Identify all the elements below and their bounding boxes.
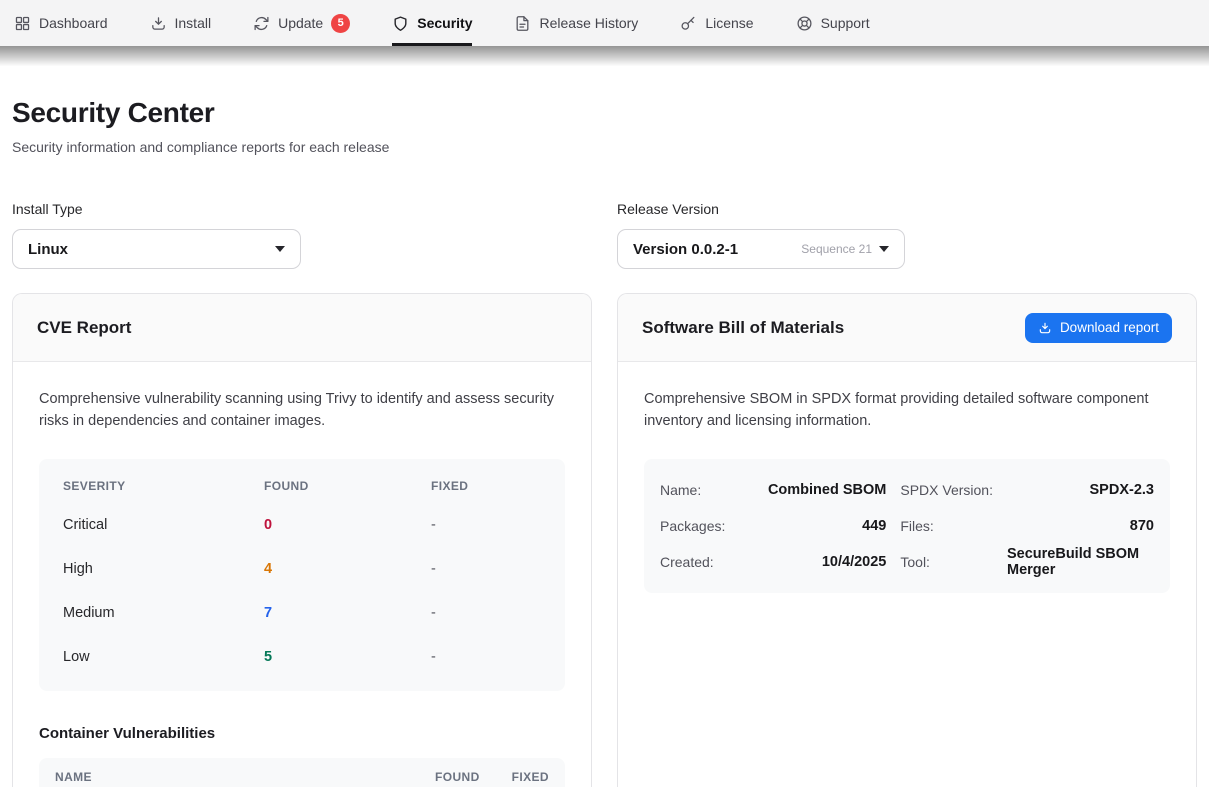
download-report-button[interactable]: Download report xyxy=(1025,313,1172,343)
container-vulnerabilities-table-header: NAME FOUND FIXED xyxy=(39,758,565,787)
sbom-description: Comprehensive SBOM in SPDX format provid… xyxy=(644,389,1170,433)
cve-report-body: Comprehensive vulnerability scanning usi… xyxy=(13,362,591,787)
nav-item-label: Support xyxy=(821,15,870,31)
lifebuoy-icon xyxy=(796,15,813,32)
cve-report-description: Comprehensive vulnerability scanning usi… xyxy=(39,389,565,433)
severity-label: Low xyxy=(63,649,264,665)
page-subtitle: Security information and compliance repo… xyxy=(12,139,1197,155)
chevron-down-icon xyxy=(275,246,285,252)
detail-label: Name: xyxy=(660,472,725,508)
shield-icon xyxy=(392,15,409,32)
page-title: Security Center xyxy=(12,97,1197,129)
column-header-found: FOUND xyxy=(435,770,480,784)
nav-item-label: Install xyxy=(175,15,212,31)
table-row: High 4 - xyxy=(39,547,565,591)
document-icon xyxy=(514,15,531,32)
nav-item-dashboard[interactable]: Dashboard xyxy=(14,0,108,46)
sbom-header: Software Bill of Materials Download repo… xyxy=(618,294,1196,362)
table-row: Critical 0 - xyxy=(39,503,565,547)
nav-item-label: Dashboard xyxy=(39,15,108,31)
detail-value: 449 xyxy=(739,508,886,544)
detail-label: SPDX Version: xyxy=(900,472,993,508)
install-type-value: Linux xyxy=(28,241,68,258)
download-icon xyxy=(1038,321,1052,335)
release-version-label: Release Version xyxy=(617,201,1197,217)
container-vulnerabilities-title: Container Vulnerabilities xyxy=(39,725,565,742)
fixed-count: - xyxy=(431,605,541,621)
key-icon xyxy=(680,15,697,32)
nav-item-label: License xyxy=(705,15,753,31)
column-header-name: NAME xyxy=(55,770,92,784)
chevron-down-icon xyxy=(879,246,889,252)
found-count: 4 xyxy=(264,561,431,577)
detail-value: SecureBuild SBOM Merger xyxy=(1007,544,1154,580)
top-nav: Dashboard Install Update 5 Security Rele… xyxy=(0,0,1209,46)
detail-value: Combined SBOM xyxy=(739,472,886,508)
column-header-found: FOUND xyxy=(264,479,431,493)
severity-table: SEVERITY FOUND FIXED Critical 0 - High 4… xyxy=(39,459,565,691)
cve-report-card: CVE Report Comprehensive vulnerability s… xyxy=(12,293,592,787)
sbom-title: Software Bill of Materials xyxy=(642,318,844,338)
found-count: 7 xyxy=(264,605,431,621)
download-report-label: Download report xyxy=(1060,320,1159,335)
column-header-severity: SEVERITY xyxy=(63,479,264,493)
detail-value: 870 xyxy=(1007,508,1154,544)
nav-item-release-history[interactable]: Release History xyxy=(514,0,638,46)
severity-table-header: SEVERITY FOUND FIXED xyxy=(39,469,565,503)
nav-item-license[interactable]: License xyxy=(680,0,753,46)
column-header-fixed: FIXED xyxy=(431,479,541,493)
install-type-select[interactable]: Linux xyxy=(12,229,301,269)
found-count: 5 xyxy=(264,649,431,665)
refresh-icon xyxy=(253,15,270,32)
table-row: Medium 7 - xyxy=(39,591,565,635)
cve-report-title: CVE Report xyxy=(37,318,131,338)
detail-label: Packages: xyxy=(660,508,725,544)
install-type-label: Install Type xyxy=(12,201,592,217)
detail-label: Files: xyxy=(900,508,993,544)
nav-item-label: Security xyxy=(417,15,472,31)
found-count: 0 xyxy=(264,517,431,533)
nav-item-update[interactable]: Update 5 xyxy=(253,0,350,46)
nav-item-label: Update xyxy=(278,15,323,31)
detail-label: Created: xyxy=(660,544,725,580)
release-sequence-label: Sequence 21 xyxy=(801,242,872,256)
detail-value: 10/4/2025 xyxy=(739,544,886,580)
severity-label: High xyxy=(63,561,264,577)
cve-report-header: CVE Report xyxy=(13,294,591,362)
severity-label: Medium xyxy=(63,605,264,621)
dashboard-grid-icon xyxy=(14,15,31,32)
filters-row: Install Type Linux Release Version Versi… xyxy=(12,201,1197,269)
install-type-field: Install Type Linux xyxy=(12,201,592,269)
nav-item-install[interactable]: Install xyxy=(150,0,212,46)
release-version-value: Version 0.0.2-1 xyxy=(633,241,738,258)
fixed-count: - xyxy=(431,561,541,577)
nav-item-support[interactable]: Support xyxy=(796,0,870,46)
update-count-badge: 5 xyxy=(331,14,350,33)
release-version-select[interactable]: Version 0.0.2-1 Sequence 21 xyxy=(617,229,905,269)
column-header-fixed: FIXED xyxy=(512,770,549,784)
nav-item-label: Release History xyxy=(539,15,638,31)
nav-item-security[interactable]: Security xyxy=(392,0,472,46)
table-row: Low 5 - xyxy=(39,635,565,679)
detail-value: SPDX-2.3 xyxy=(1007,472,1154,508)
sbom-card: Software Bill of Materials Download repo… xyxy=(617,293,1197,787)
cards-row: CVE Report Comprehensive vulnerability s… xyxy=(12,293,1197,787)
release-version-field: Release Version Version 0.0.2-1 Sequence… xyxy=(617,201,1197,269)
severity-label: Critical xyxy=(63,517,264,533)
detail-label: Tool: xyxy=(900,544,993,580)
main-content: Security Center Security information and… xyxy=(0,66,1209,787)
sbom-details-grid: Name: Combined SBOM SPDX Version: SPDX-2… xyxy=(644,459,1170,593)
fixed-count: - xyxy=(431,517,541,533)
fixed-count: - xyxy=(431,649,541,665)
nav-shadow-divider xyxy=(0,46,1209,66)
sbom-body: Comprehensive SBOM in SPDX format provid… xyxy=(618,362,1196,620)
download-icon xyxy=(150,15,167,32)
